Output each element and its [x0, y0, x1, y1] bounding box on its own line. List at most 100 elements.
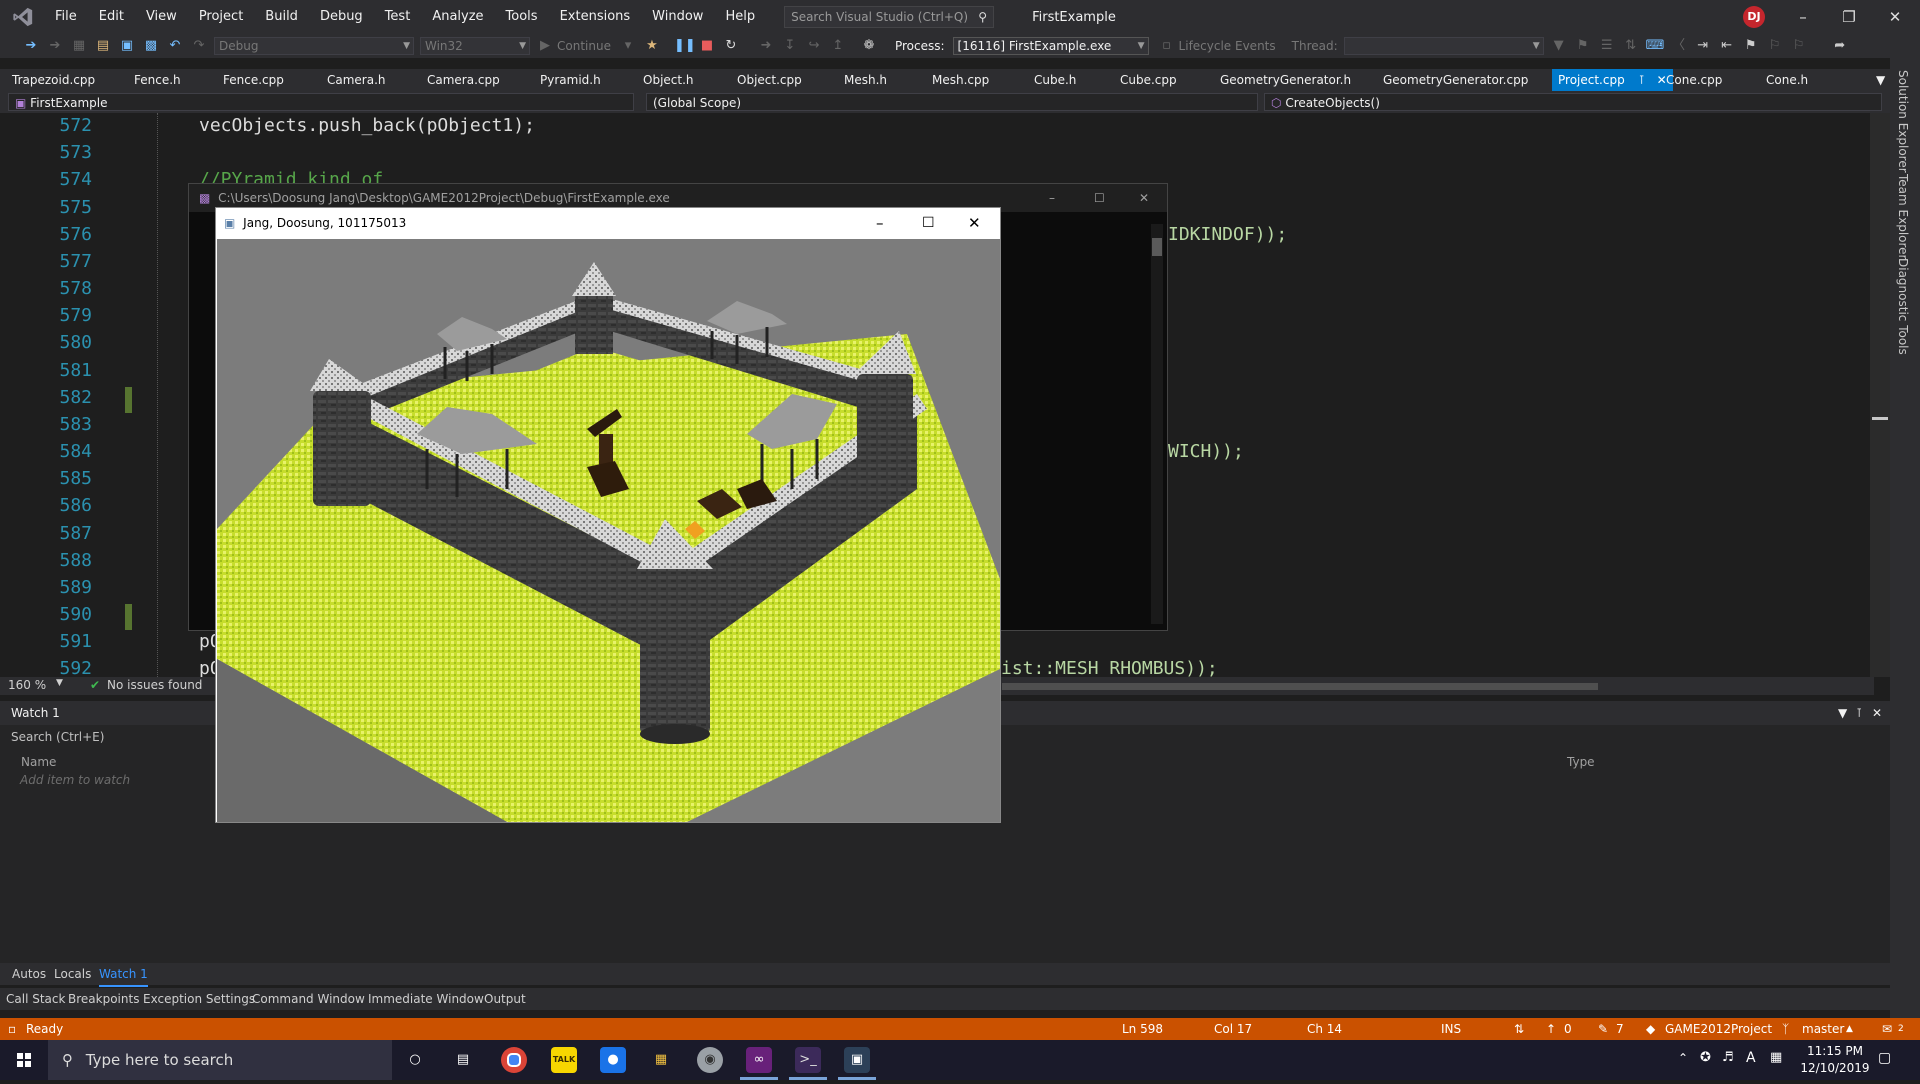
menu-project[interactable]: Project: [188, 0, 254, 34]
processes-icon[interactable]: ★: [643, 37, 661, 55]
lifecycle-icon[interactable]: ▫: [1158, 37, 1176, 55]
watch-search-input[interactable]: Search (Ctrl+E): [6, 727, 221, 747]
start-button[interactable]: [0, 1040, 48, 1080]
menu-debug[interactable]: Debug: [309, 0, 374, 34]
forward-icon[interactable]: ➔: [46, 37, 64, 55]
graphics-app-title-bar[interactable]: ▣ Jang, Doosung, 101175013 – ☐ ✕: [216, 208, 1000, 239]
close-icon[interactable]: ✕: [1872, 0, 1918, 34]
status-col[interactable]: Col 17: [1214, 1018, 1252, 1040]
uncomment-icon[interactable]: 〈: [1670, 37, 1688, 55]
menu-test[interactable]: Test: [374, 0, 422, 34]
minimize-icon[interactable]: –: [1049, 184, 1055, 212]
restart-icon[interactable]: ↻: [722, 37, 740, 55]
pencil-icon[interactable]: ✎: [1598, 1018, 1608, 1040]
thread-dropdown[interactable]: ▼: [1343, 37, 1544, 55]
arrow-up-icon[interactable]: ↑: [1546, 1018, 1556, 1040]
console-scrollbar[interactable]: [1151, 224, 1163, 624]
menu-window[interactable]: Window: [641, 0, 714, 34]
visual-studio-logo-icon[interactable]: [10, 6, 36, 28]
hot-reload-icon[interactable]: ❁: [860, 37, 878, 55]
step-into-icon[interactable]: ↧: [781, 37, 799, 55]
solution-explorer-tab[interactable]: Solution Explorer: [1896, 70, 1910, 173]
tab-immediate-window[interactable]: Immediate Window: [368, 988, 484, 1010]
tab-geometrygenerator-h[interactable]: GeometryGenerator.h: [1220, 69, 1351, 91]
tab-exception-settings[interactable]: Exception Settings: [143, 988, 255, 1010]
stack-frame-dropdown-icon[interactable]: ⇅: [1622, 37, 1640, 55]
team-explorer-tab[interactable]: Team Explorer: [1896, 174, 1910, 260]
column-header-name[interactable]: Name: [21, 751, 56, 773]
new-project-icon[interactable]: ▦: [70, 37, 88, 55]
git-changes-icon[interactable]: ⇅: [1514, 1018, 1524, 1040]
show-next-statement-icon[interactable]: ➜: [757, 37, 775, 55]
tab-pyramid-h[interactable]: Pyramid.h: [540, 69, 601, 91]
repository-name[interactable]: GAME2012Project: [1665, 1018, 1772, 1040]
tab-trapezoid-cpp[interactable]: Trapezoid.cpp: [12, 69, 95, 91]
project-dropdown[interactable]: ▣ FirstExample: [8, 93, 634, 111]
step-out-icon[interactable]: ↥: [829, 37, 847, 55]
status-insert-mode[interactable]: INS: [1441, 1018, 1461, 1040]
undo-icon[interactable]: ↶: [166, 37, 184, 55]
visual-studio-taskbar-icon[interactable]: ∞: [746, 1047, 772, 1073]
console-scrollbar-thumb[interactable]: [1152, 238, 1162, 256]
tab-fence-h[interactable]: Fence.h: [134, 69, 181, 91]
horizontal-scrollbar-thumb[interactable]: [1002, 683, 1598, 690]
editor-vertical-scrollbar[interactable]: [1870, 113, 1890, 677]
chevron-up-icon[interactable]: ▲: [1846, 1018, 1853, 1040]
task-view-icon[interactable]: ▤: [450, 1047, 476, 1073]
tab-overflow-icon[interactable]: ▼: [1876, 69, 1885, 91]
stop-icon[interactable]: ■: [698, 37, 716, 55]
restore-icon[interactable]: ❐: [1826, 0, 1872, 34]
3d-viewport[interactable]: [217, 239, 1000, 822]
tab-autos[interactable]: Autos: [12, 963, 46, 985]
tab-object-h[interactable]: Object.h: [643, 69, 694, 91]
maximize-icon[interactable]: ☐: [1094, 184, 1105, 212]
diagnostic-tools-tab[interactable]: Diagnostic Tools: [1896, 258, 1910, 355]
close-icon[interactable]: ✕: [968, 208, 981, 239]
tab-camera-h[interactable]: Camera.h: [327, 69, 386, 91]
volume-icon[interactable]: ♬: [1722, 1050, 1734, 1065]
dropdown-icon[interactable]: ▼: [1838, 701, 1847, 725]
flag-thread-icon[interactable]: ⚑: [1574, 37, 1592, 55]
pin-icon[interactable]: ⊺: [1856, 701, 1862, 725]
tab-camera-cpp[interactable]: Camera.cpp: [427, 69, 500, 91]
open-folder-icon[interactable]: ▤: [94, 37, 112, 55]
menu-edit[interactable]: Edit: [88, 0, 135, 34]
menu-file[interactable]: File: [44, 0, 88, 34]
user-avatar[interactable]: DJ: [1743, 6, 1765, 28]
prev-bookmark-icon[interactable]: ⚐: [1766, 37, 1784, 55]
graphics-app-window[interactable]: ▣ Jang, Doosung, 101175013 – ☐ ✕: [215, 207, 1001, 823]
pause-icon[interactable]: ❚❚: [674, 37, 696, 55]
file-explorer-icon[interactable]: ▦: [648, 1047, 674, 1073]
app-icon[interactable]: ◉: [697, 1047, 723, 1073]
save-all-icon[interactable]: ▩: [142, 37, 160, 55]
zoom-level[interactable]: 160 %: [8, 678, 46, 692]
chevron-down-icon[interactable]: ▾: [619, 37, 637, 55]
close-icon[interactable]: ✕: [1139, 184, 1149, 212]
menu-help[interactable]: Help: [714, 0, 766, 34]
configuration-dropdown[interactable]: Debug ▼: [214, 37, 414, 55]
tab-call-stack[interactable]: Call Stack: [6, 988, 65, 1010]
branch-icon[interactable]: ᛉ: [1782, 1018, 1789, 1040]
cortana-icon[interactable]: ○: [402, 1047, 428, 1073]
ime-indicator-icon[interactable]: A: [1746, 1050, 1756, 1066]
console-taskbar-icon[interactable]: >_: [795, 1047, 821, 1073]
comment-icon[interactable]: ⌨: [1646, 37, 1665, 55]
notifications-icon[interactable]: ✉: [1882, 1018, 1892, 1040]
unpushed-count[interactable]: 0: [1564, 1018, 1572, 1040]
tab-cone-h[interactable]: Cone.h: [1766, 69, 1808, 91]
tab-object-cpp[interactable]: Object.cpp: [737, 69, 802, 91]
menu-extensions[interactable]: Extensions: [549, 0, 642, 34]
pin-icon[interactable]: ⊺: [1639, 73, 1645, 87]
redo-icon[interactable]: ↷: [190, 37, 208, 55]
tab-command-window[interactable]: Command Window: [252, 988, 365, 1010]
tab-mesh-h[interactable]: Mesh.h: [844, 69, 887, 91]
save-icon[interactable]: ▣: [118, 37, 136, 55]
action-center-icon[interactable]: ▢: [1878, 1050, 1891, 1066]
chevron-down-icon[interactable]: ▼: [56, 678, 63, 688]
next-bookmark-icon[interactable]: ⚐: [1790, 37, 1808, 55]
live-share-icon[interactable]: ➦: [1831, 37, 1849, 55]
process-dropdown[interactable]: [16116] FirstExample.exe ▼: [952, 37, 1149, 55]
chevron-up-icon[interactable]: ⌃: [1678, 1051, 1688, 1065]
tab-watch-1[interactable]: Watch 1: [99, 963, 148, 987]
tab-cone-cpp[interactable]: Cone.cpp: [1666, 69, 1722, 91]
